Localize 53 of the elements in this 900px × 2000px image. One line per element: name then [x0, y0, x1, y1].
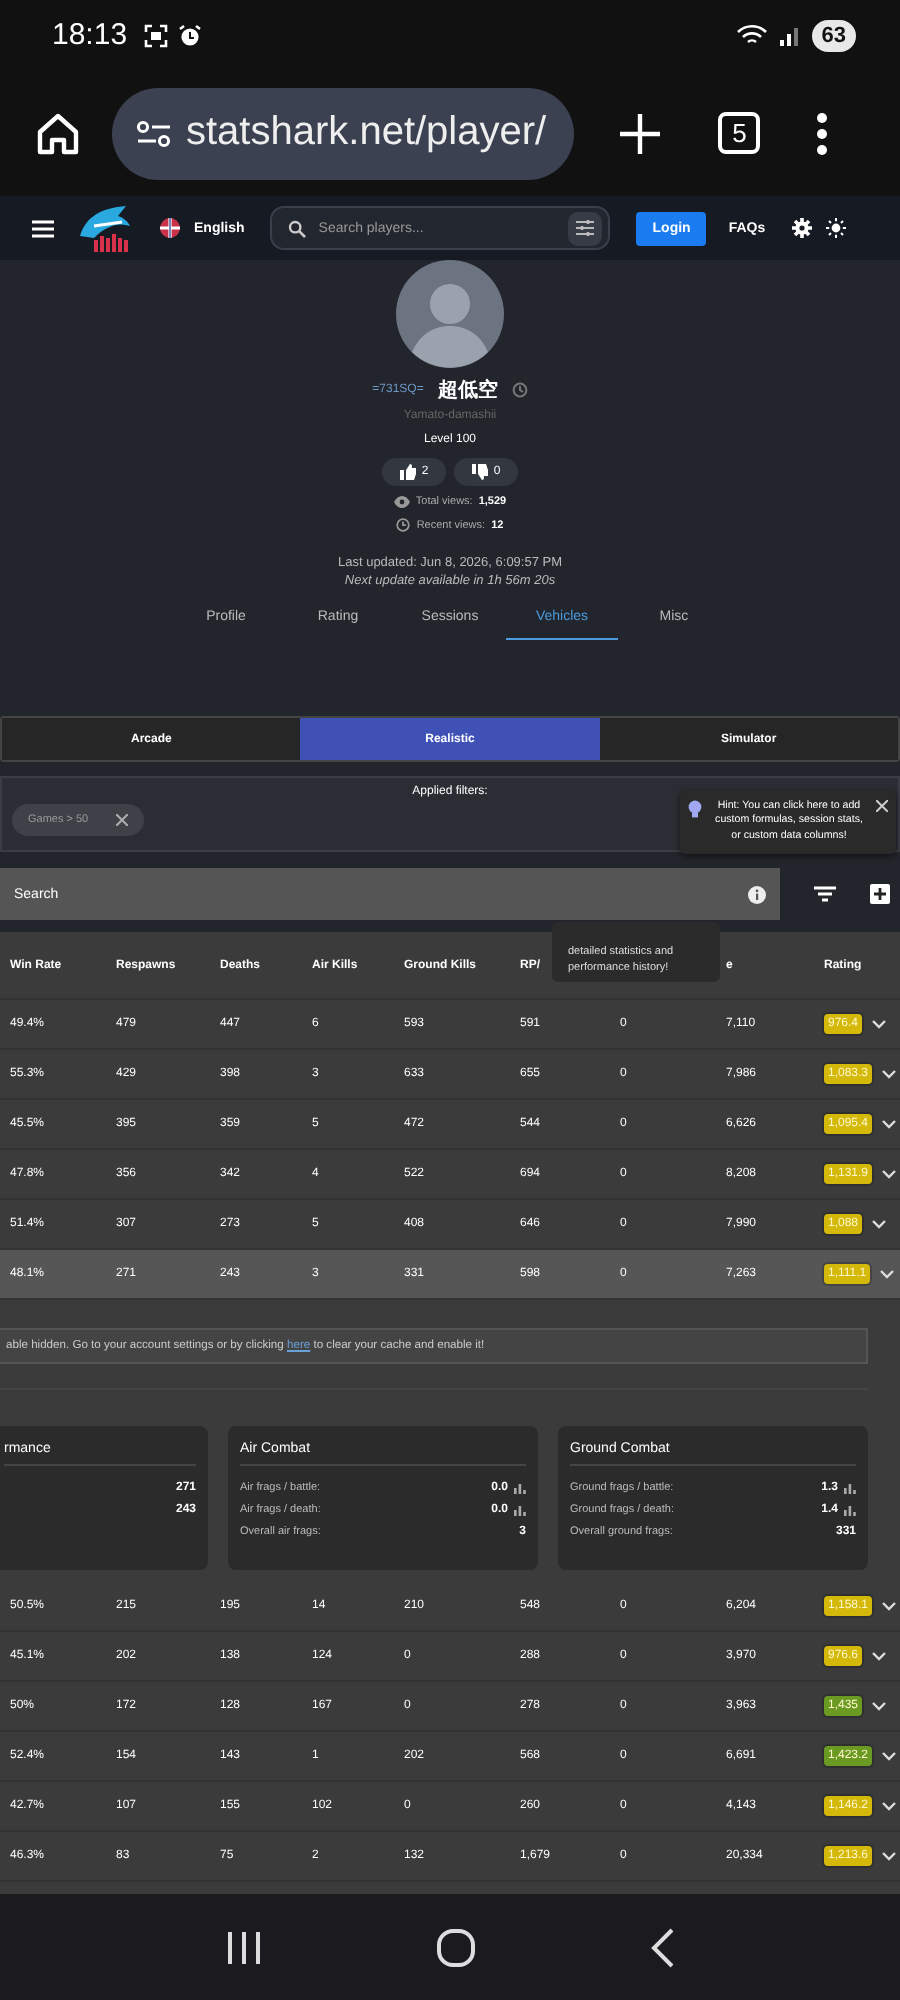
- sliders-icon: [576, 220, 595, 236]
- more-options-icon[interactable]: [816, 111, 829, 155]
- home-icon[interactable]: [34, 109, 82, 157]
- flag-icon[interactable]: [160, 218, 180, 238]
- menu-icon[interactable]: [32, 219, 54, 237]
- chevron-down-icon[interactable]: [872, 1701, 887, 1711]
- thumbs-down-icon: [471, 464, 488, 480]
- close-icon[interactable]: [116, 814, 129, 826]
- tab-count-button[interactable]: 5: [718, 112, 761, 154]
- chevron-down-icon[interactable]: [882, 1801, 897, 1811]
- battery-level: 63: [811, 19, 856, 51]
- site-settings-icon[interactable]: [136, 119, 172, 147]
- add-column-icon[interactable]: [870, 884, 890, 904]
- player-name: 超低空: [437, 377, 498, 404]
- shark-logo[interactable]: [78, 204, 134, 252]
- chevron-down-icon[interactable]: [882, 1751, 897, 1761]
- recent-apps-icon[interactable]: [226, 1929, 263, 1965]
- close-icon[interactable]: [876, 800, 888, 812]
- clock-time: 18:13: [52, 18, 128, 52]
- eye-icon: [393, 496, 410, 508]
- screenshot-icon: [143, 23, 168, 47]
- search-icon: [288, 219, 307, 237]
- chevron-down-icon[interactable]: [872, 1019, 887, 1029]
- info-icon[interactable]: [748, 885, 766, 903]
- chevron-down-icon[interactable]: [882, 1851, 897, 1861]
- address-bar[interactable]: statshark.net/player/: [112, 87, 575, 179]
- signal-icon: [777, 23, 802, 47]
- bar-chart-icon[interactable]: [844, 1503, 856, 1515]
- chevron-down-icon[interactable]: [872, 1219, 887, 1229]
- search-filter-button[interactable]: [568, 211, 603, 245]
- bar-chart-icon[interactable]: [844, 1481, 856, 1493]
- chevron-down-icon[interactable]: [880, 1269, 895, 1279]
- url-text: statshark.net/player/: [186, 110, 547, 156]
- history-icon[interactable]: [511, 382, 528, 398]
- bar-chart-icon[interactable]: [514, 1503, 526, 1515]
- new-tab-icon[interactable]: [618, 111, 663, 155]
- settings-icon[interactable]: [791, 218, 812, 238]
- chevron-down-icon[interactable]: [882, 1169, 897, 1179]
- chevron-down-icon[interactable]: [882, 1069, 897, 1079]
- thumbs-up-icon: [399, 464, 416, 480]
- filter-icon[interactable]: [814, 886, 836, 902]
- chevron-down-icon[interactable]: [882, 1119, 897, 1129]
- wifi-icon: [735, 23, 768, 47]
- alarm-icon: [177, 23, 202, 47]
- bar-chart-icon[interactable]: [514, 1481, 526, 1493]
- back-icon[interactable]: [649, 1927, 674, 1967]
- avatar-silhouette: [396, 260, 504, 368]
- lightbulb-icon: [688, 800, 702, 818]
- theme-sun-icon[interactable]: [825, 218, 846, 238]
- home-button-icon[interactable]: [435, 1927, 476, 1967]
- chevron-down-icon[interactable]: [882, 1601, 897, 1611]
- clock-icon: [396, 518, 411, 532]
- chevron-down-icon[interactable]: [872, 1651, 887, 1661]
